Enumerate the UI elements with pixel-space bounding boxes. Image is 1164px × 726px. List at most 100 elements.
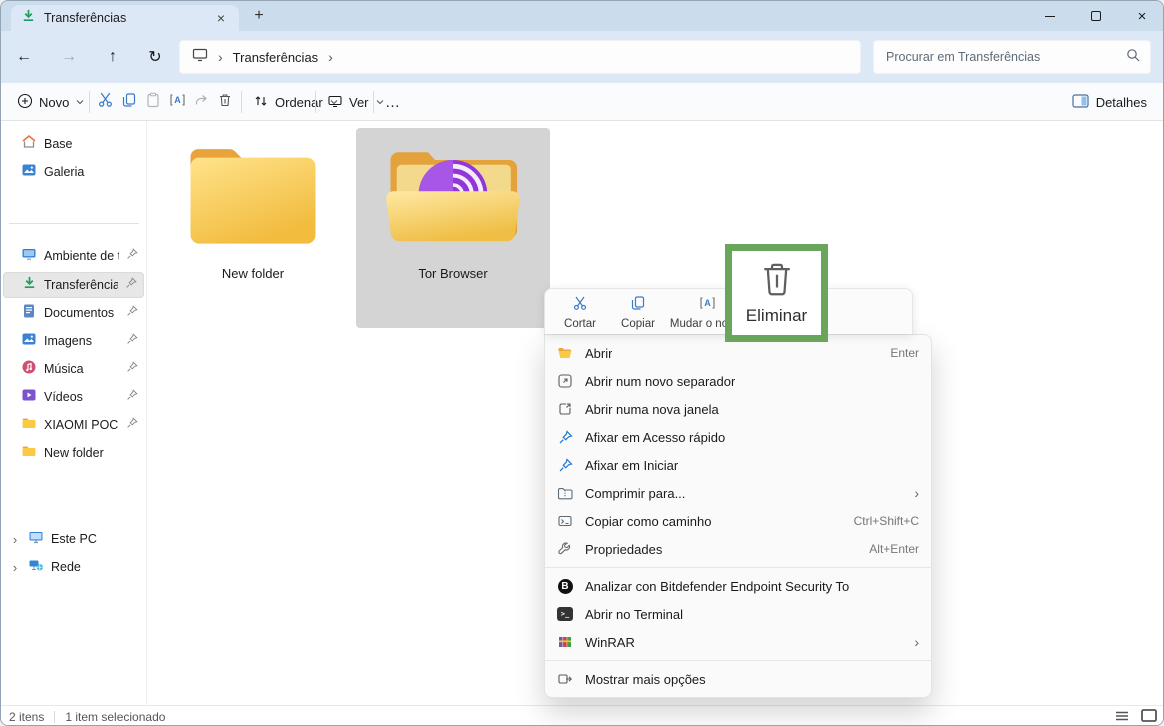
svg-text:A: A [174,95,181,105]
music-icon [21,359,37,380]
menu-separator [545,567,931,568]
context-menu: Abrir Enter Abrir num novo separador Abr… [544,334,932,698]
menu-item-propriedades[interactable]: Propriedades Alt+Enter [545,535,931,563]
back-button[interactable]: ← [8,41,40,73]
document-icon [21,303,37,324]
address-bar[interactable]: › Transferências › [179,40,861,74]
close-button[interactable]: × [1119,1,1164,31]
new-button[interactable]: Novo [11,87,91,117]
maximize-button[interactable] [1073,1,1119,31]
sidebar-item-new-folder[interactable]: New folder [3,440,144,466]
new-tab-button[interactable]: + [247,4,271,28]
up-button[interactable]: ↑ [97,41,129,73]
folder-open-icon [555,345,575,361]
window-controls: × [1027,1,1164,31]
cut-button-context[interactable]: Cortar [553,292,607,332]
search-input[interactable] [884,49,1126,65]
selection-info: 1 item selecionado [65,710,165,724]
share-icon [193,92,209,113]
menu-separator [545,660,931,661]
gallery-icon [21,162,37,183]
menu-item-bitdefender-scan[interactable]: B Analizar con Bitdefender Endpoint Secu… [545,572,931,600]
monitor-icon [192,48,208,67]
menu-item-afixar-acesso-rapido[interactable]: Afixar em Acesso rápido [545,423,931,451]
folder-icon [21,443,37,464]
menu-item-comprimir-para[interactable]: Comprimir para... › [545,479,931,507]
more-options-button[interactable]: … [379,87,407,117]
pin-icon [125,276,137,294]
rename-icon: A [169,92,186,113]
pin-icon [126,416,138,434]
menu-item-mostrar-mais-opcoes[interactable]: Mostrar mais opções [545,665,931,693]
sidebar-item-ambiente-de-trabalho[interactable]: Ambiente de tra [3,243,144,269]
minimize-button[interactable] [1027,1,1073,31]
winrar-icon [555,634,575,650]
menu-item-afixar-iniciar[interactable]: Afixar em Iniciar [545,451,931,479]
list-view-icon[interactable] [1115,710,1129,724]
file-name: New folder [222,266,284,281]
sidebar-item-rede[interactable]: › Rede [3,554,144,580]
new-button-label: Novo [39,95,69,110]
breadcrumb[interactable]: Transferências [233,50,319,65]
maximize-icon [1091,11,1101,21]
sidebar-item-imagens[interactable]: Imagens [3,328,144,354]
copy-button-context[interactable]: Copiar [611,292,665,332]
chevron-expand-icon[interactable]: › [9,532,21,547]
menu-item-copiar-como-caminho[interactable]: Copiar como caminho Ctrl+Shift+C [545,507,931,535]
menu-item-abrir-no-terminal[interactable]: >_ Abrir no Terminal [545,600,931,628]
sidebar-item-videos[interactable]: Vídeos [3,384,144,410]
folder-icon [21,415,37,436]
details-button-label: Detalhes [1096,95,1147,110]
sidebar-item-documentos[interactable]: Documentos [3,300,144,326]
menu-item-abrir-nova-janela[interactable]: Abrir numa nova janela [545,395,931,423]
desktop-icon [21,246,37,267]
search-icon[interactable] [1126,48,1140,67]
tab-transferencias[interactable]: Transferências × [11,5,239,31]
copy-icon [121,92,137,113]
minimize-icon [1045,16,1055,17]
refresh-button[interactable]: ↻ [139,41,171,73]
folder-icon-large [178,138,328,262]
submenu-chevron-icon: › [914,634,919,650]
copy-path-icon [555,513,575,529]
network-icon [28,557,44,578]
sidebar: Base Galeria Ambiente de tra Transferênc… [1,121,146,705]
trash-icon [760,260,794,303]
chevron-expand-icon[interactable]: › [9,560,21,575]
menu-item-abrir-novo-separador[interactable]: Abrir num novo separador [545,367,931,395]
forward-button[interactable]: → [53,41,85,73]
command-bar: Novo A [1,83,1164,121]
sidebar-item-transferencias[interactable]: Transferências [3,272,144,298]
sidebar-item-xiaomi-poco[interactable]: XIAOMI POCO F [3,412,144,438]
delete-button-toolbar[interactable] [211,87,239,117]
terminal-icon: >_ [555,607,575,621]
cut-icon [572,295,588,316]
plus-circle-icon [17,93,33,112]
paste-icon [145,92,161,113]
menu-item-winrar[interactable]: WinRAR › [545,628,931,656]
chevron-down-icon [75,95,85,110]
download-icon [21,8,36,28]
open-new-tab-icon [555,373,575,389]
sidebar-item-este-pc[interactable]: › Este PC [3,526,144,552]
sidebar-item-galeria[interactable]: Galeria [3,159,144,185]
sidebar-item-musica[interactable]: Música [3,356,144,382]
file-tile-tor-browser[interactable]: Tor Browser [356,128,550,328]
chevron-right-icon[interactable]: › [328,49,333,65]
pin-icon [126,332,138,350]
details-button[interactable]: Detalhes [1064,87,1155,117]
delete-button-highlighted[interactable]: Eliminar [725,244,828,342]
sidebar-item-base[interactable]: Base [3,131,144,157]
view-icon [327,93,343,112]
search-box [873,40,1151,74]
pin-icon [126,304,138,322]
bitdefender-icon: B [555,579,575,594]
thumbnail-view-icon[interactable] [1141,709,1157,725]
close-icon: × [1138,9,1147,24]
sidebar-divider [9,223,139,224]
tab-close-icon[interactable]: × [213,10,229,26]
file-tile-new-folder[interactable]: New folder [171,128,335,328]
pin-icon [555,430,575,445]
svg-text:A: A [704,298,711,308]
menu-item-abrir[interactable]: Abrir Enter [545,339,931,367]
